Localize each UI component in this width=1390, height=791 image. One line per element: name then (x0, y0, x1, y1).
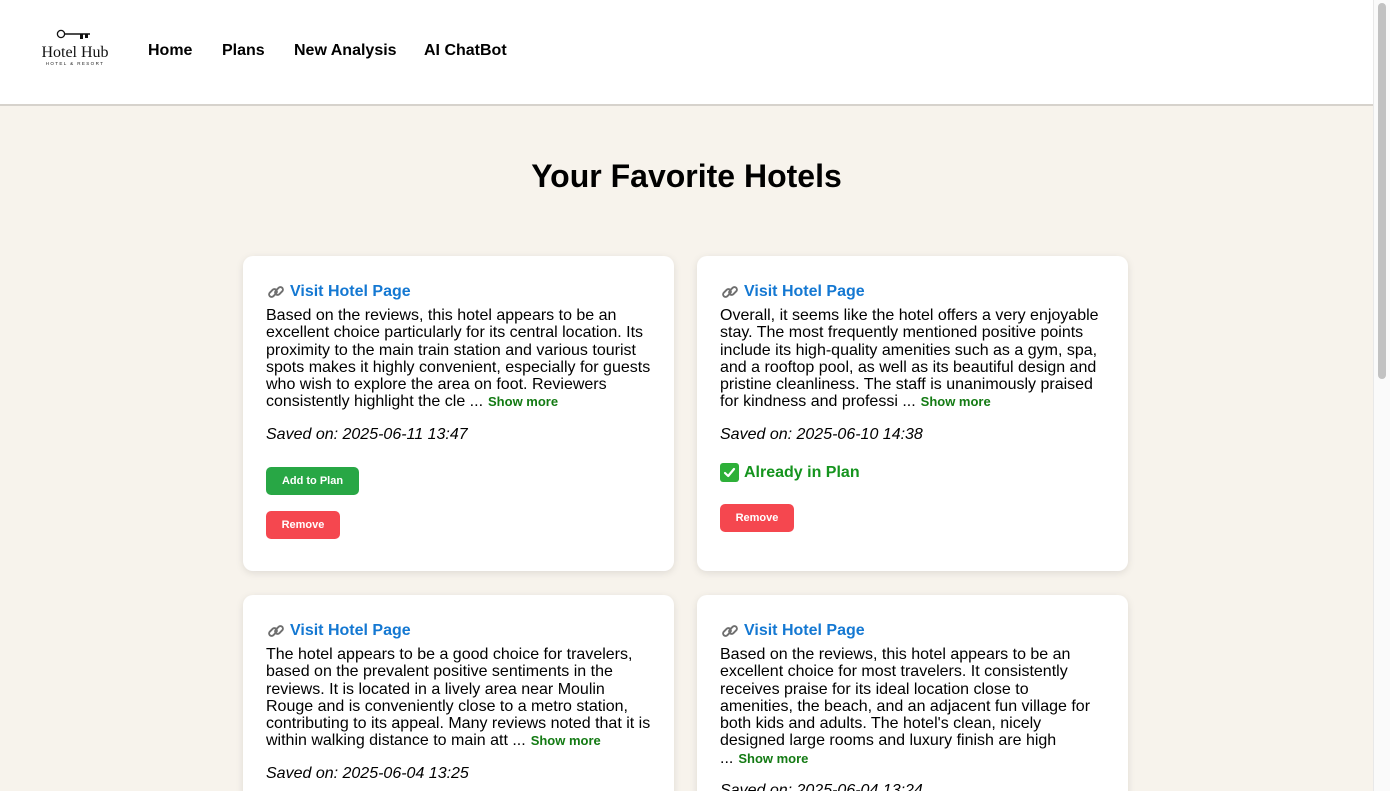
logo-name: Hotel Hub (41, 44, 109, 61)
link-icon (722, 625, 738, 637)
visit-hotel-link[interactable]: Visit Hotel Page (720, 619, 1105, 643)
hotel-card: Visit Hotel Page Overall, it seems like … (697, 256, 1128, 571)
saved-on-date: Saved on: 2025-06-11 13:47 (266, 425, 468, 443)
page-title: Your Favorite Hotels (531, 158, 842, 194)
review-summary: Based on the reviews, this hotel appears… (266, 307, 651, 411)
saved-on-date: Saved on: 2025-06-04 13:24 (720, 782, 923, 791)
nav-ai-chatbot[interactable]: AI ChatBot (424, 41, 507, 61)
show-more-link[interactable]: Show more (921, 394, 991, 409)
already-in-plan-status: Already in Plan (720, 462, 1105, 484)
nav-plans[interactable]: Plans (222, 41, 265, 61)
summary-text: Overall, it seems like the hotel offers … (720, 307, 1099, 411)
check-mark-icon (720, 463, 739, 483)
show-more-link[interactable]: Show more (738, 751, 808, 766)
visit-hotel-link[interactable]: Visit Hotel Page (266, 619, 651, 643)
top-header: Hotel Hub HOTEL & RESORT Home Plans New … (0, 0, 1373, 106)
review-summary: Overall, it seems like the hotel offers … (720, 307, 1105, 411)
link-icon (268, 286, 284, 298)
page-scrollbar[interactable] (1373, 0, 1390, 791)
visit-hotel-label: Visit Hotel Page (290, 283, 411, 300)
nav-new-analysis[interactable]: New Analysis (294, 41, 397, 61)
hotel-card: Visit Hotel Page The hotel appears to be… (243, 595, 674, 791)
visit-hotel-label: Visit Hotel Page (744, 283, 865, 300)
key-icon (56, 29, 90, 39)
show-more-link[interactable]: Show more (531, 733, 601, 748)
link-icon (722, 286, 738, 298)
summary-text: Based on the reviews, this hotel appears… (720, 646, 1091, 767)
already-in-plan-label: Already in Plan (744, 463, 860, 481)
summary-text: Based on the reviews, this hotel appears… (266, 307, 651, 411)
visit-hotel-label: Visit Hotel Page (290, 622, 411, 639)
link-icon (268, 625, 284, 637)
saved-on-date: Saved on: 2025-06-10 14:38 (720, 425, 923, 443)
remove-button[interactable]: Remove (266, 510, 340, 539)
review-summary: Based on the reviews, this hotel appears… (720, 646, 1105, 767)
review-summary: The hotel appears to be a good choice fo… (266, 646, 651, 750)
hotel-card: Visit Hotel Page Based on the reviews, t… (697, 595, 1128, 791)
visit-hotel-link[interactable]: Visit Hotel Page (266, 280, 651, 304)
logo-tagline: HOTEL & RESORT (45, 61, 105, 66)
scrollbar-thumb[interactable] (1378, 3, 1386, 379)
hotel-hub-logo[interactable]: Hotel Hub HOTEL & RESORT (40, 28, 110, 70)
add-to-plan-button[interactable]: Add to Plan (266, 466, 359, 495)
visit-hotel-label: Visit Hotel Page (744, 622, 865, 639)
remove-button[interactable]: Remove (720, 503, 794, 532)
show-more-link[interactable]: Show more (488, 394, 558, 409)
hotel-card: Visit Hotel Page Based on the reviews, t… (243, 256, 674, 571)
visit-hotel-link[interactable]: Visit Hotel Page (720, 280, 1105, 304)
saved-on-date: Saved on: 2025-06-04 13:25 (266, 764, 469, 782)
nav-home[interactable]: Home (148, 41, 192, 61)
